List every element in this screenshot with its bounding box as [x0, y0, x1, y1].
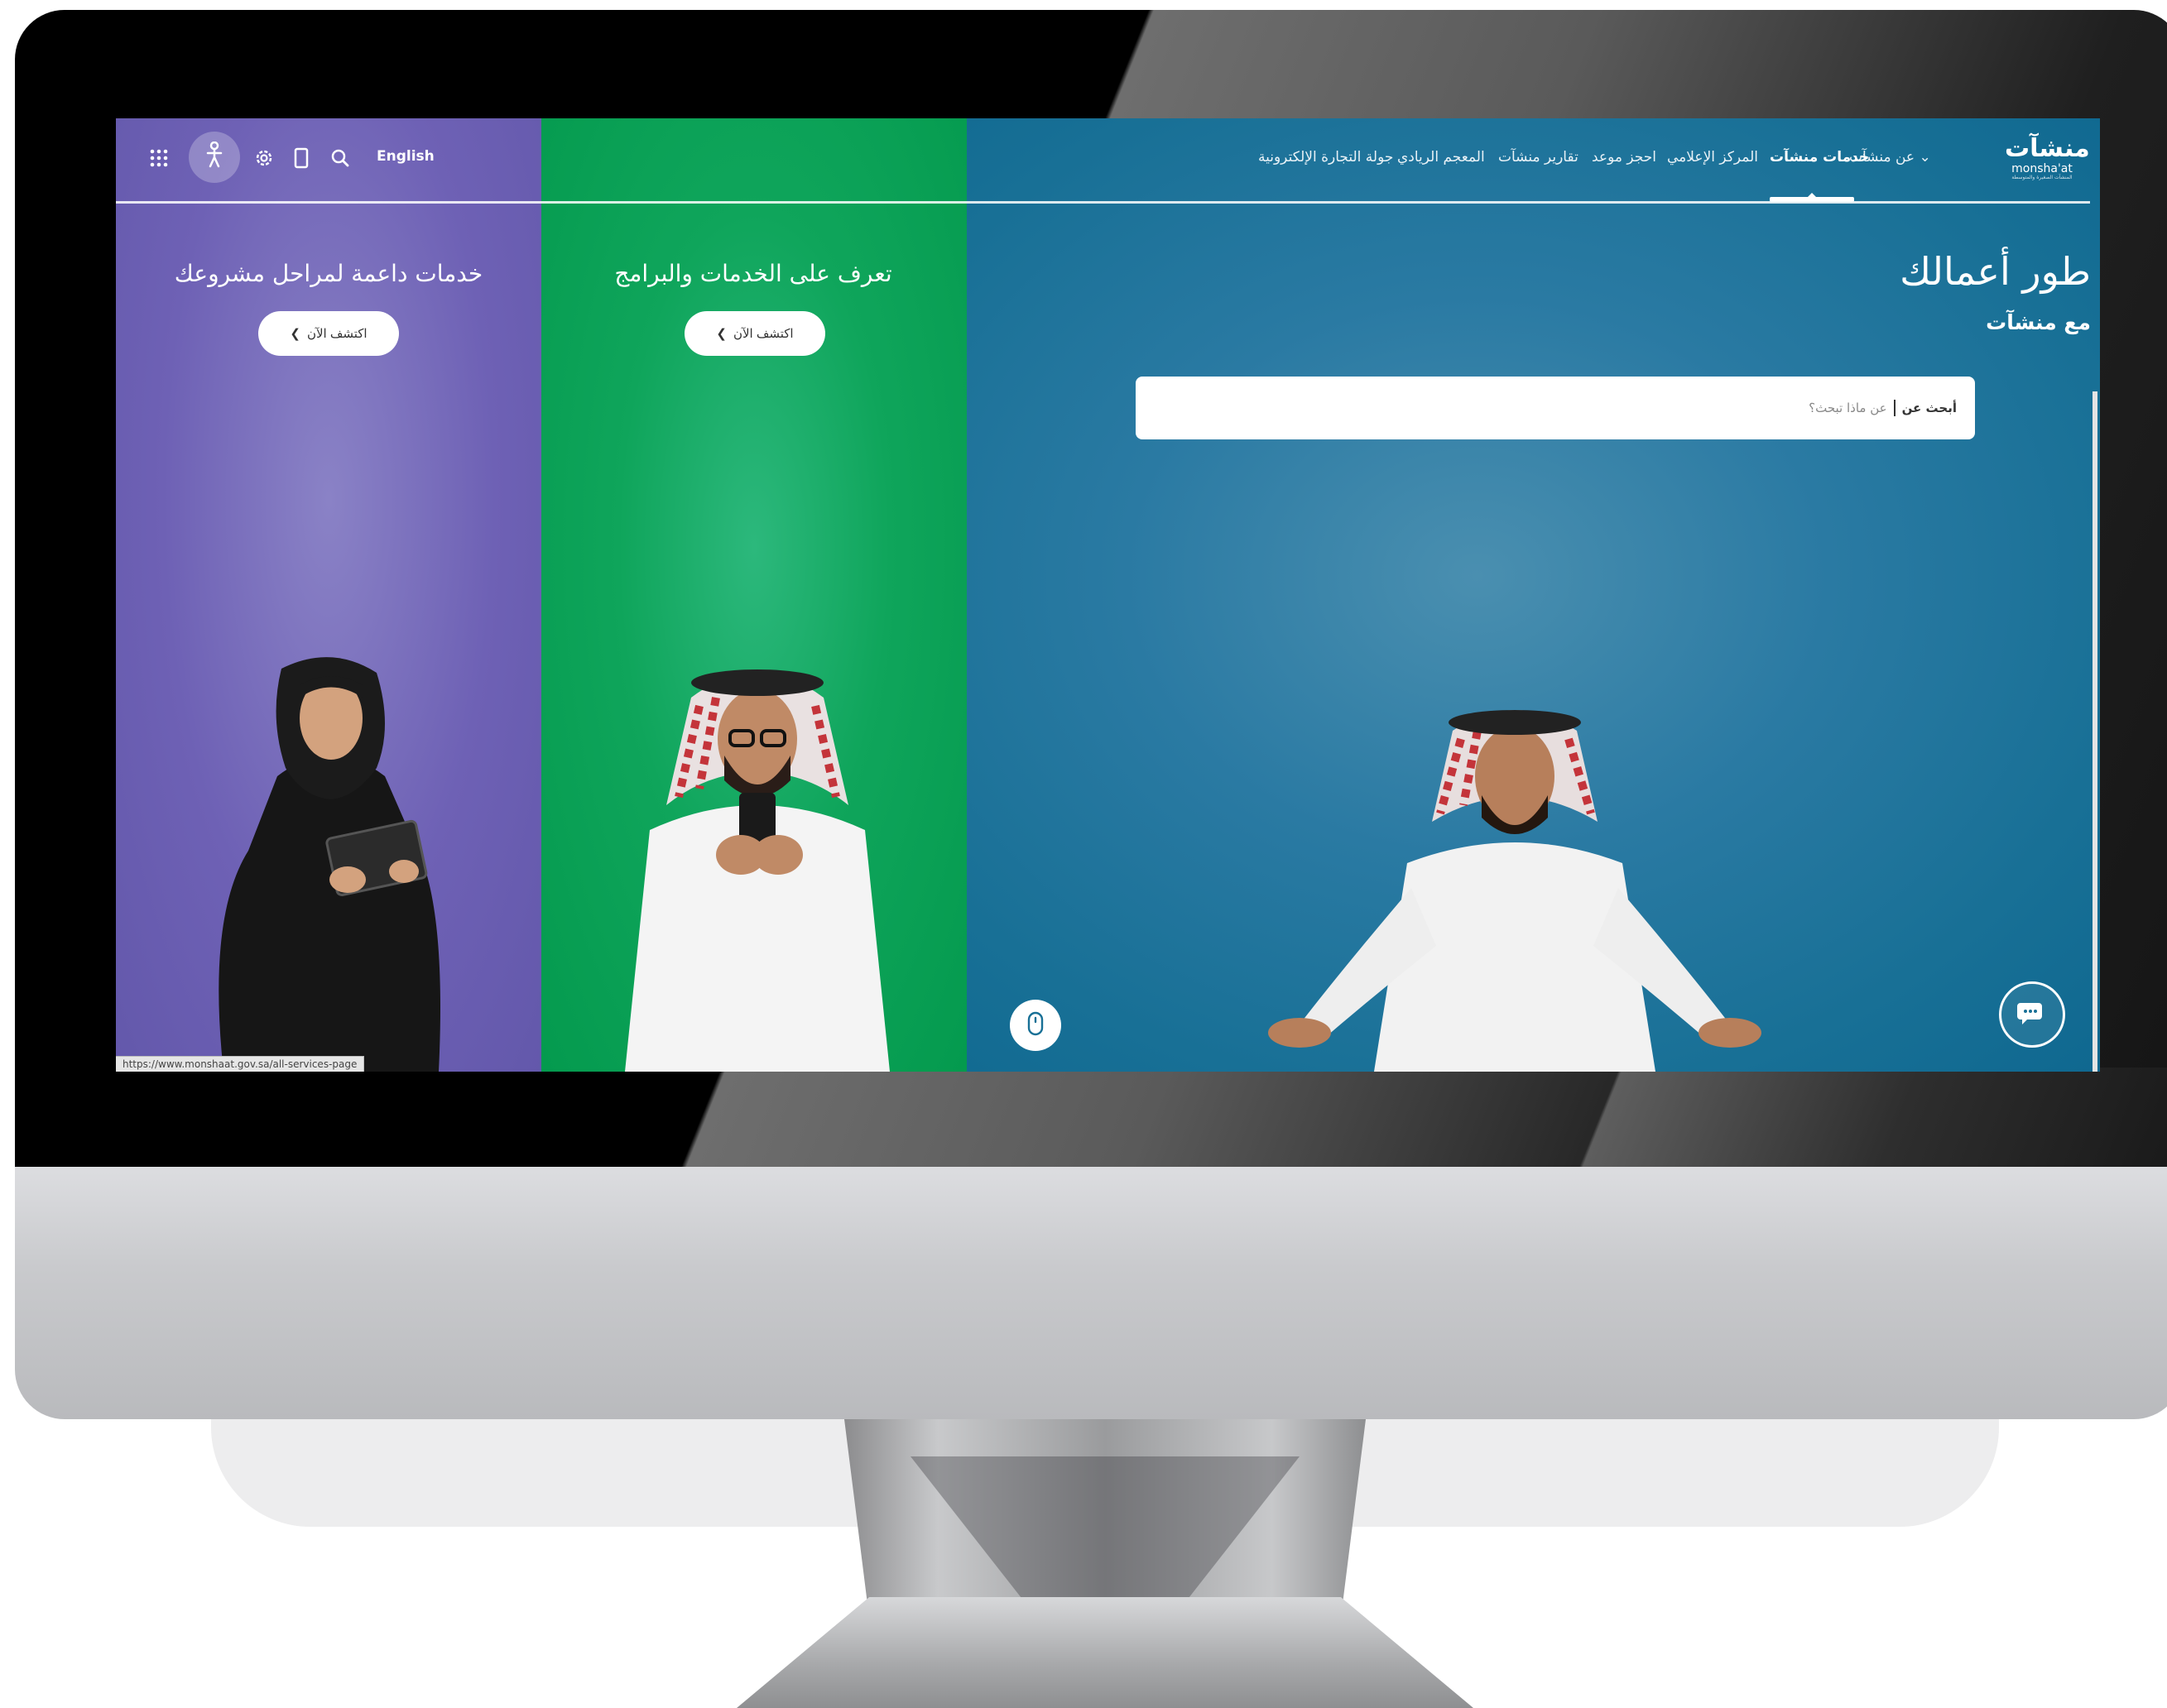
monitor-chin	[15, 1167, 2167, 1419]
search-label: أبحث عن	[1901, 401, 1957, 415]
woman-with-tablet-image	[199, 652, 464, 1072]
language-switch-link[interactable]: English	[377, 148, 435, 165]
support-explore-label: اكتشف الآن	[306, 327, 368, 341]
services-explore-button[interactable]: ❮ اكتشف الآن	[685, 311, 825, 356]
screen: منشآت monsha'at المنشآت الصغيرة والمتوسط…	[116, 118, 2100, 1072]
support-explore-button[interactable]: ❮ اكتشف الآن	[258, 311, 399, 356]
chat-button[interactable]	[1999, 981, 2065, 1048]
search-icon[interactable]	[326, 140, 354, 176]
nav-item-media-center[interactable]: المركز الإعلامي	[1667, 145, 1758, 170]
logo-arabic: منشآت	[2005, 134, 2090, 163]
services-explore-label: اكتشف الآن	[733, 327, 794, 341]
search-separator	[1893, 400, 1896, 416]
page-scrollbar[interactable]	[2093, 391, 2097, 1072]
services-panel-heading: تعرف على الخدمات والبرامج	[614, 260, 892, 287]
search-input[interactable]: عن ماذا تبحث؟ أبحث عن	[1136, 377, 1975, 439]
scroll-down-button[interactable]	[1010, 1000, 1061, 1051]
nav-item-services[interactable]: خدمات منشآت	[1770, 145, 1869, 170]
mobile-icon[interactable]	[289, 140, 314, 176]
monitor-stand-base	[737, 1597, 1473, 1708]
logo-tagline: المنشآت الصغيرة والمتوسطة	[2011, 175, 2073, 180]
nav-item-ecommerce-tour[interactable]: جولة التجارة الإلكترونية	[1258, 145, 1393, 170]
accessibility-icon	[202, 141, 227, 173]
man-welcoming-image	[1266, 698, 1763, 1072]
hero-title: طور أعمالك	[1900, 249, 2091, 294]
hero-subtitle: مع منشآت	[1986, 310, 2091, 334]
monshaat-logo[interactable]: منشآت monsha'at المنشآت الصغيرة والمتوسط…	[2005, 134, 2090, 190]
mouse-icon	[1026, 1011, 1045, 1039]
man-with-phone-image	[600, 648, 915, 1072]
logo-english: monsha'at	[2011, 162, 2073, 175]
chevron-left-icon: ❮	[290, 327, 300, 341]
nav-item-book-appointment[interactable]: احجز موعد	[1592, 145, 1656, 170]
search-placeholder: عن ماذا تبحث؟	[1809, 401, 1887, 415]
nav-item-reports[interactable]: تقارير منشآت	[1498, 145, 1578, 170]
status-bar-url: https://www.monshaat.gov.sa/all-services…	[116, 1056, 365, 1072]
accessibility-button[interactable]	[189, 132, 240, 183]
support-panel-heading: خدمات داعمة لمراحل مشروعك	[174, 260, 483, 287]
bezel-glare	[1490, 1068, 2167, 1168]
apps-grid-icon[interactable]	[144, 140, 174, 176]
gear-icon[interactable]	[250, 140, 278, 176]
chat-bubble-icon	[2016, 998, 2049, 1031]
nav-active-underline	[1770, 197, 1854, 202]
chevron-left-icon: ❮	[716, 327, 727, 341]
nav-item-entrepreneur-glossary[interactable]: المعجم الريادي	[1397, 145, 1485, 170]
